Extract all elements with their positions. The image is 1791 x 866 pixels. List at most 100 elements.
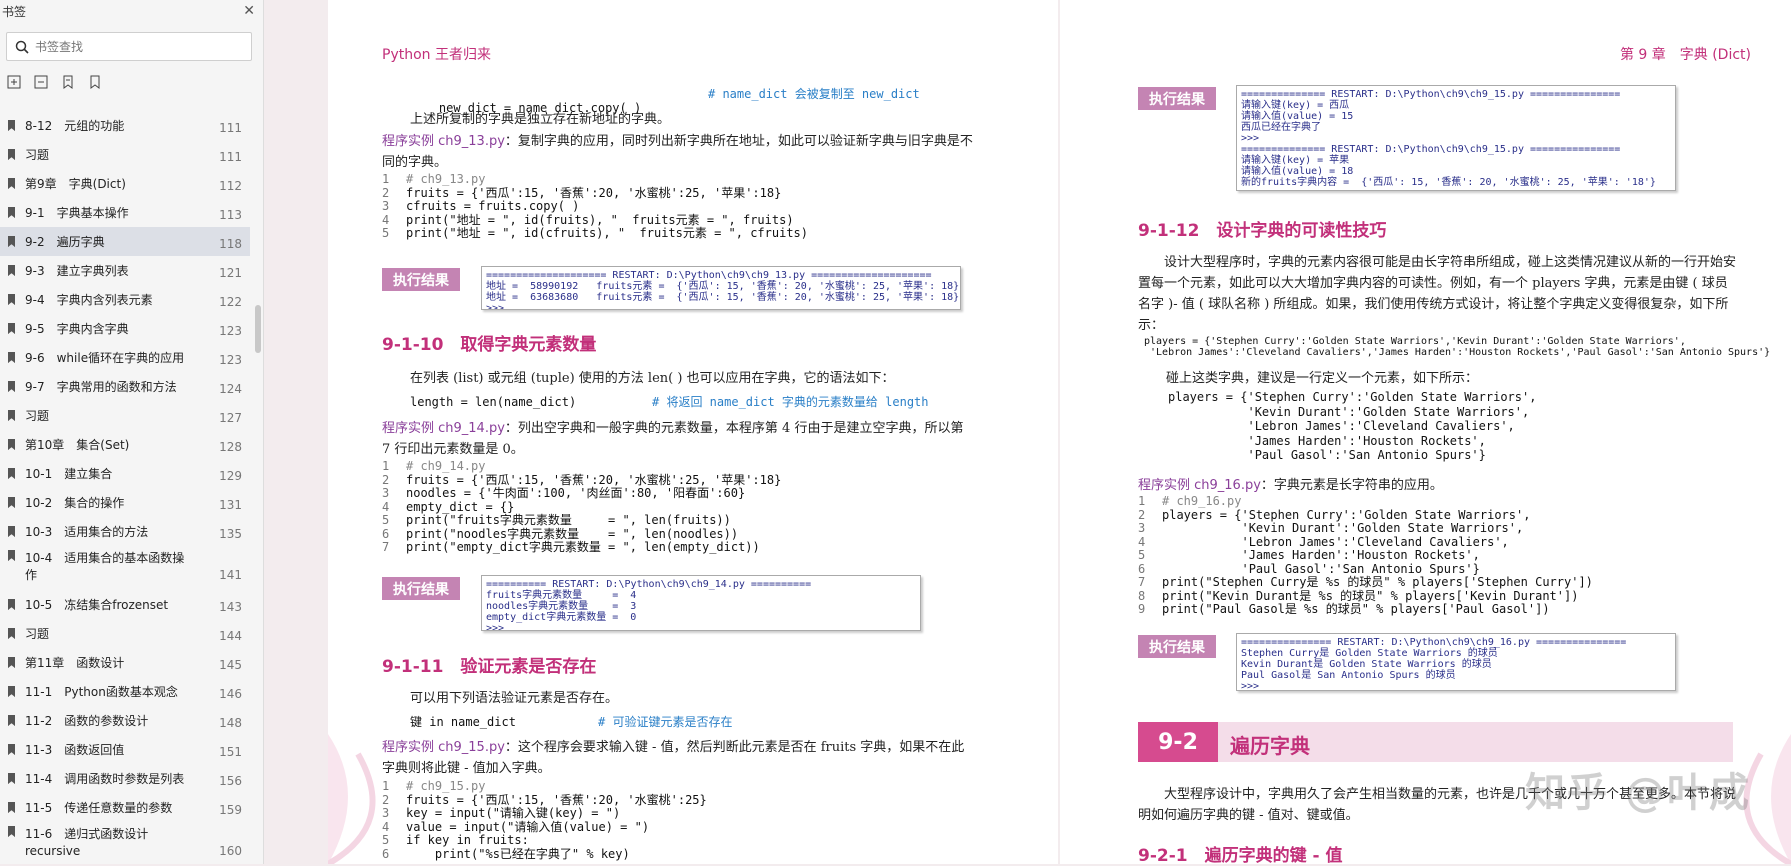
- bookmark-label: 10-5 冻结集合frozenset: [25, 598, 169, 612]
- code-text: print("noodles字典元素数量 = ", len(noodles)): [406, 526, 739, 541]
- bookmark-item[interactable]: 10-2 集合的操作 131: [0, 488, 250, 517]
- sidebar-scrollbar[interactable]: [255, 305, 261, 353]
- code-text: noodles = {'牛肉面':100, '肉丝面':80, '阳春面':60…: [406, 486, 746, 500]
- code-text: key = input("请输入键(key) = "): [406, 806, 621, 820]
- bookmark-label: 11-4 调用函数时参数是列表: [25, 772, 185, 786]
- shell-output-ch9-14: ========== RESTART: D:\Python\ch9\ch9_14…: [481, 575, 921, 631]
- bookmark-icon: [8, 120, 15, 131]
- bookmark-toolbar: [0, 61, 263, 105]
- bookmark-item[interactable]: 第11章 函数设计 145: [0, 648, 250, 677]
- paragraph-in: 可以用下列语法验证元素是否存在。: [410, 691, 619, 706]
- code-text: 'James Harden':'Houston Rockets',: [1162, 548, 1480, 562]
- bookmark-item[interactable]: 10-4 适用集合的基本函数操作 141: [0, 546, 250, 590]
- code-text: print("地址 = ", id(fruits), " fruits元素 = …: [406, 212, 794, 227]
- code-text: 'Kevin Durant':'Golden State Warriors',: [1162, 521, 1524, 535]
- line-number: 2: [382, 472, 390, 487]
- bookmark-item[interactable]: 11-6 递归式函数设计recursive 160: [0, 822, 250, 866]
- bookmark-item[interactable]: 9-3 建立字典列表 121: [0, 256, 250, 285]
- section-title: 遍历字典: [1230, 734, 1310, 758]
- bookmark-icon: [8, 352, 15, 363]
- result-tag: 执行结果: [382, 268, 460, 291]
- bookmark-item[interactable]: 习题 111: [0, 140, 250, 169]
- bookmark-page-number: 111: [219, 121, 242, 135]
- bookmark-item[interactable]: 10-1 建立集合 129: [0, 459, 250, 488]
- bookmark-item[interactable]: 11-3 函数返回值 151: [0, 735, 250, 764]
- bookmark-item[interactable]: 9-7 字典常用的函数和方法 124: [0, 372, 250, 401]
- line-number: 5: [382, 513, 390, 527]
- bookmark-item[interactable]: 11-5 传递任意数量的参数 159: [0, 793, 250, 822]
- bookmark-item[interactable]: 习题 144: [0, 619, 250, 648]
- bookmark-item[interactable]: 9-5 字典内含字典 123: [0, 314, 250, 343]
- line-number: 7: [1138, 575, 1146, 589]
- code-text: print("empty_dict字典元素数量 = ", len(empty_d…: [406, 540, 760, 554]
- bookmark-item[interactable]: 11-2 函数的参数设计 148: [0, 706, 250, 735]
- bookmark-item[interactable]: 10-5 冻结集合frozenset 143: [0, 590, 250, 619]
- section-number: 9-2: [1138, 722, 1218, 762]
- bookmark-item[interactable]: 9-1 字典基本操作 113: [0, 198, 250, 227]
- bookmark-icon: [8, 468, 15, 479]
- bookmark-item[interactable]: 8-12 元组的功能 111: [0, 111, 250, 140]
- bookmark-page-number: 111: [219, 150, 242, 164]
- bookmark-label: 11-2 函数的参数设计: [25, 714, 149, 728]
- expand-all-icon[interactable]: [6, 74, 21, 89]
- example-14-label: 程序实例 ch9_14.py: [382, 421, 505, 436]
- code-line: 8 print("Kevin Durant是 %s 的球员" % players[…: [1138, 589, 1593, 604]
- bookmark-label: 第10章 集合(Set): [25, 438, 130, 452]
- collapse-all-icon[interactable]: [33, 74, 48, 89]
- bookmark-label: 11-1 Python函数基本观念: [25, 685, 178, 699]
- bookmark-icon[interactable]: [87, 74, 102, 89]
- example-13-label: 程序实例 ch9_13.py: [382, 134, 505, 149]
- bookmark-search-box[interactable]: [6, 32, 252, 61]
- bookmark-item[interactable]: 第10章 集合(Set) 128: [0, 430, 250, 459]
- bookmark-label: 11-3 函数返回值: [25, 743, 125, 757]
- code-text: fruits = {'西瓜':15, '香蕉':20, '水蜜桃':25, '苹…: [406, 185, 782, 200]
- bookmark-item[interactable]: 11-4 调用函数时参数是列表 156: [0, 764, 250, 793]
- code-text: # ch9_14.py: [406, 459, 486, 473]
- bookmark-page-number: 113: [219, 208, 242, 222]
- code-line: 4 'Lebron James':'Cleveland Cavaliers',: [1138, 535, 1593, 550]
- players-multiline-code: players = {'Stephen Curry':'Golden State…: [1168, 390, 1537, 462]
- code-line: 4 empty_dict = {}: [382, 499, 781, 515]
- bookmark-page-number: 145: [219, 658, 242, 672]
- line-number: 3: [382, 806, 390, 820]
- bookmark-page-number: 123: [219, 324, 242, 338]
- example-15-intro: 程序实例 ch9_15.py：这个程序会要求输入键 - 值，然后判断此元素是否在…: [382, 737, 974, 779]
- bookmark-search-input[interactable]: [35, 39, 235, 54]
- close-icon[interactable]: ✕: [243, 3, 255, 19]
- bookmark-icon: [8, 207, 15, 218]
- paragraph-len: 在列表 (list) 或元组 (tuple) 使用的方法 len( ) 也可以应…: [410, 371, 895, 386]
- example-15-label: 程序实例 ch9_15.py: [382, 740, 505, 755]
- line-number: 5: [382, 226, 390, 240]
- bookmark-icon: [8, 599, 15, 610]
- code-text: fruits = {'西瓜':15, '香蕉':20, '水蜜桃':25}: [406, 792, 707, 807]
- line-number: 1: [382, 459, 390, 473]
- code-line: 3 cfruits = fruits.copy( ): [382, 199, 808, 214]
- bookmark-item[interactable]: 9-2 遍历字典 118: [0, 227, 250, 256]
- bookmark-item[interactable]: 第9章 字典(Dict) 112: [0, 169, 250, 198]
- bookmark-item[interactable]: 9-6 while循环在字典的应用 123: [0, 343, 250, 372]
- bookmark-page-number: 121: [219, 266, 242, 280]
- code-text: empty_dict = {}: [406, 499, 515, 514]
- bookmark-item[interactable]: 9-4 字典内含列表元素 122: [0, 285, 250, 314]
- bookmark-label: 11-5 传递任意数量的参数: [25, 801, 173, 815]
- add-bookmark-icon[interactable]: [60, 74, 75, 89]
- bookmark-label: 10-2 集合的操作: [25, 496, 125, 510]
- line-number: 4: [382, 499, 390, 514]
- code-line: 1 # ch9_16.py: [1138, 494, 1593, 509]
- line-number: 1: [1138, 494, 1146, 508]
- bookmark-label: 10-4 适用集合的基本函数操作: [25, 551, 185, 582]
- bookmark-item[interactable]: 10-3 适用集合的方法 135: [0, 517, 250, 546]
- bookmark-item[interactable]: 11-1 Python函数基本观念 146: [0, 677, 250, 706]
- in-code-comment: # 可验证键元素是否存在: [598, 715, 733, 729]
- code-text: print("fruits字典元素数量 = ", len(fruits)): [406, 513, 731, 527]
- code-block-ch9-15: 1 # ch9_15.py 2 fruits = {'西瓜':15, '香蕉':20,…: [382, 779, 707, 861]
- code-line: 1 # ch9_13.py: [382, 172, 808, 187]
- code-text: fruits = {'西瓜':15, '香蕉':20, '水蜜桃':25, '苹…: [406, 472, 782, 487]
- code-text: # ch9_16.py: [1162, 494, 1242, 508]
- code-text: cfruits = fruits.copy( ): [406, 199, 580, 213]
- bookmark-item[interactable]: 习题 127: [0, 401, 250, 430]
- bookmark-page-number: 146: [219, 687, 242, 701]
- bookmark-label: 9-2 遍历字典: [25, 235, 105, 249]
- bookmark-icon: [8, 497, 15, 508]
- code-line: 2 fruits = {'西瓜':15, '香蕉':20, '水蜜桃':25}: [382, 792, 707, 808]
